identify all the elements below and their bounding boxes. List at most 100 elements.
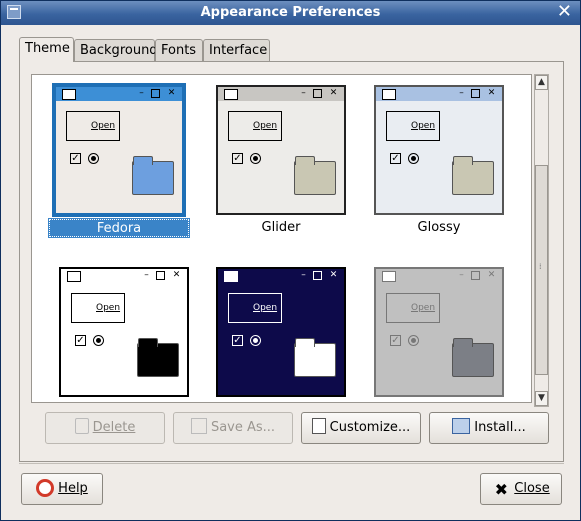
preview-radio-icon — [408, 335, 419, 346]
preview-checkbox-icon: ✓ — [70, 153, 81, 164]
minimize-icon: – — [459, 270, 464, 280]
folder-icon — [452, 156, 494, 195]
preview-checkbox-icon: ✓ — [232, 335, 243, 346]
preview-radio-icon — [88, 153, 99, 164]
theme-list[interactable]: – ✕ Open ✓ Fedora – ✕ Open ✓ Glider – ✕ Open ✓ Glossy –… — [31, 74, 532, 403]
preview-open-label: Open — [411, 303, 436, 313]
help-icon — [36, 479, 55, 497]
theme-preview: – ✕ Open ✓ — [216, 85, 346, 215]
grip-icon: ⁞ — [539, 262, 542, 271]
preview-checkbox-icon: ✓ — [390, 335, 401, 346]
folder-icon — [452, 338, 494, 377]
maximize-icon — [471, 89, 480, 98]
window-icon — [382, 89, 396, 100]
customize-label: Customize... — [329, 420, 411, 435]
preview-radio-icon — [250, 153, 261, 164]
window-icon — [224, 271, 238, 282]
theme-item[interactable]: – ✕ Open ✓ Fedora — [48, 83, 190, 238]
theme-item[interactable]: – ✕ Open ✓ — [374, 267, 504, 397]
title-bar[interactable]: Appearance Preferences ✕ — [1, 1, 580, 25]
theme-list-scrollbar[interactable]: ▲ ⁞ ▼ — [534, 74, 549, 407]
preview-checkbox-icon: ✓ — [232, 153, 243, 164]
window-icon — [224, 89, 238, 100]
preview-open-button: Open — [66, 111, 120, 141]
install-icon — [452, 418, 471, 434]
theme-preview: – ✕ Open ✓ — [374, 85, 504, 215]
tab-interface[interactable]: Interface — [203, 39, 270, 61]
preview-open-label: Open — [411, 121, 436, 131]
theme-name: Glider — [261, 220, 301, 235]
save-icon — [190, 418, 207, 434]
tab-theme[interactable]: Theme — [19, 37, 74, 62]
close-icon: ✕ — [329, 88, 338, 98]
minimize-icon: – — [144, 270, 149, 280]
install-button[interactable]: Install... — [429, 412, 549, 444]
help-button[interactable]: Help — [21, 473, 103, 505]
preview-open-button: Open — [71, 293, 125, 323]
install-label: Install... — [474, 420, 526, 435]
close-icon: ✕ — [487, 88, 496, 98]
maximize-icon — [156, 271, 165, 280]
maximize-icon — [471, 271, 480, 280]
preview-open-label: Open — [96, 303, 121, 313]
preview-radio-icon — [408, 153, 419, 164]
close-icon: ✖ — [494, 480, 508, 499]
theme-item[interactable]: – ✕ Open ✓ Glossy — [374, 85, 504, 235]
maximize-icon — [313, 271, 322, 280]
save-as-label: Save As... — [210, 420, 276, 435]
theme-preview: – ✕ Open ✓ — [216, 267, 346, 397]
preview-open-button: Open — [386, 111, 440, 141]
theme-preview: – ✕ Open ✓ — [59, 267, 189, 397]
preview-open-label: Open — [253, 121, 278, 131]
folder-icon — [294, 338, 336, 377]
theme-name: Glossy — [417, 220, 461, 235]
preview-open-button: Open — [228, 293, 282, 323]
preview-open-label: Open — [91, 121, 116, 131]
maximize-icon — [313, 89, 322, 98]
preview-open-button: Open — [386, 293, 440, 323]
minimize-icon: – — [139, 88, 144, 98]
close-button[interactable]: ✖ Close — [480, 473, 562, 505]
close-icon: ✕ — [172, 270, 181, 280]
preview-open-label: Open — [253, 303, 278, 313]
preview-checkbox-icon: ✓ — [75, 335, 86, 346]
theme-preview: – ✕ Open ✓ — [374, 267, 504, 397]
tab-fonts[interactable]: Fonts — [155, 39, 203, 61]
close-label: Close — [514, 481, 550, 496]
close-icon: ✕ — [329, 270, 338, 280]
maximize-icon — [151, 89, 160, 98]
scroll-down-arrow-icon[interactable]: ▼ — [535, 391, 548, 406]
separator — [19, 463, 564, 464]
scroll-up-arrow-icon[interactable]: ▲ — [535, 75, 548, 90]
appearance-preferences-window: Appearance Preferences ✕ Theme Backgroun… — [0, 0, 581, 521]
folder-icon — [294, 156, 336, 195]
theme-item[interactable]: – ✕ Open ✓ — [216, 267, 346, 397]
close-icon: ✕ — [487, 270, 496, 280]
theme-item[interactable]: – ✕ Open ✓ Glider — [216, 85, 346, 235]
minimize-icon: – — [301, 270, 306, 280]
tab-background[interactable]: Background — [74, 39, 158, 61]
trash-icon — [74, 418, 89, 434]
window-icon — [382, 271, 396, 282]
window-icon — [67, 271, 81, 282]
scrollbar-thumb[interactable]: ⁞ — [535, 165, 548, 375]
theme-name: Fedora — [48, 218, 190, 238]
folder-icon — [132, 156, 174, 195]
preview-radio-icon — [93, 335, 104, 346]
theme-item[interactable]: – ✕ Open ✓ — [59, 267, 189, 397]
save-as-button[interactable]: Save As... — [173, 412, 293, 444]
customize-button[interactable]: Customize... — [301, 412, 421, 444]
window-icon — [62, 89, 76, 100]
help-label: Help — [58, 481, 88, 496]
close-icon: ✕ — [167, 88, 176, 98]
window-close-button[interactable]: ✕ — [557, 2, 572, 22]
delete-button[interactable]: Delete — [45, 412, 165, 444]
window-title: Appearance Preferences — [200, 5, 381, 20]
minimize-icon: – — [459, 88, 464, 98]
theme-preview: – ✕ Open ✓ — [52, 83, 186, 217]
preview-radio-icon — [250, 335, 261, 346]
folder-icon — [137, 338, 179, 377]
preview-open-button: Open — [228, 111, 282, 141]
delete-label: Delete — [92, 420, 136, 435]
minimize-icon: – — [301, 88, 306, 98]
